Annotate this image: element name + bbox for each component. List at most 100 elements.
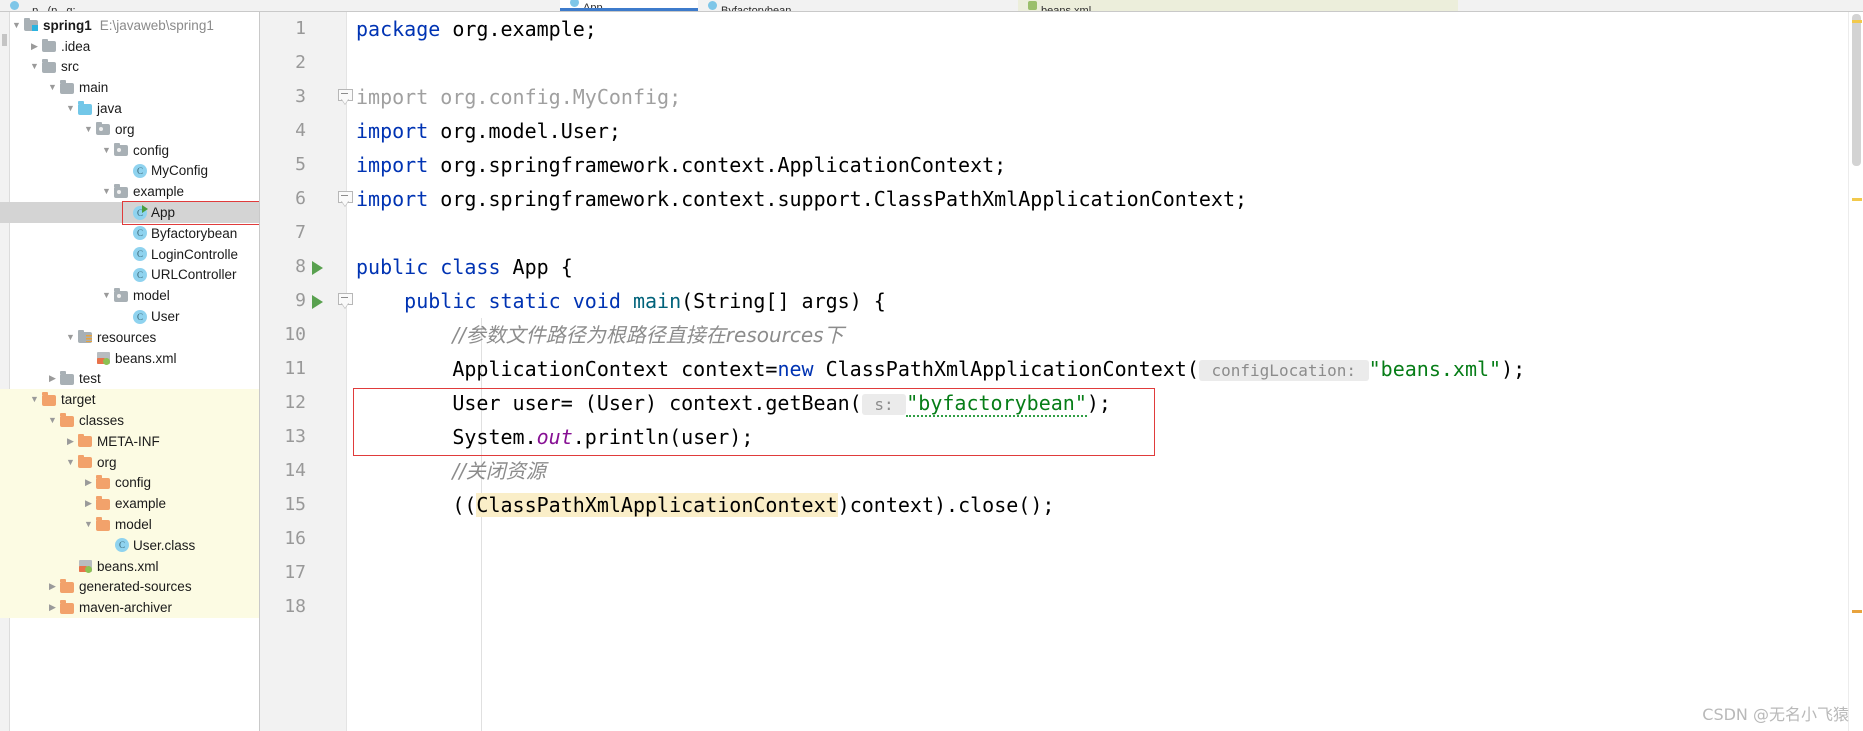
code-text-area[interactable]: 1 package org.example; 2 3 import org.config… xyxy=(260,12,1863,731)
editor-tab-beans-xml[interactable]: beans.xml xyxy=(1018,0,1458,11)
tree-item-user[interactable]: ▶CUser xyxy=(0,306,259,327)
tree-item-org[interactable]: ▼ org xyxy=(0,451,259,473)
code-line[interactable]: 9 public static void main(String[] args)… xyxy=(260,284,1863,318)
scrollbar-thumb[interactable] xyxy=(1852,14,1861,166)
tree-item-generated-sources[interactable]: ▶ generated-sources xyxy=(0,576,259,598)
chevron-right-icon[interactable]: ▶ xyxy=(46,582,59,591)
chevron-down-icon[interactable]: ▼ xyxy=(46,416,59,425)
tree-item-meta-inf[interactable]: ▶ META-INF xyxy=(0,430,259,452)
project-tree[interactable]: ▼ spring1 E:\javaweb\spring1 ▶ .idea ▼ src ▼ mai… xyxy=(0,12,259,619)
editor-tab-byfactorybean[interactable]: Byfactorybean xyxy=(698,0,1018,11)
chevron-down-icon[interactable]: ▼ xyxy=(100,187,113,196)
chevron-down-icon[interactable]: ▼ xyxy=(64,332,77,342)
chevron-down-icon[interactable]: ▼ xyxy=(64,457,77,467)
chevron-right-icon[interactable]: ▶ xyxy=(82,499,95,508)
tree-item-model[interactable]: ▼ model xyxy=(0,285,259,306)
code-line[interactable]: 18 xyxy=(260,590,1863,624)
code-line[interactable]: 2 xyxy=(260,46,1863,80)
code-line[interactable]: 6 import org.springframework.context.supp… xyxy=(260,182,1863,216)
editor-scrollbar[interactable] xyxy=(1848,12,1863,731)
tree-item-main[interactable]: ▼ main xyxy=(0,77,259,98)
code-line[interactable]: 5 import org.springframework.context.Appl… xyxy=(260,148,1863,182)
chevron-down-icon[interactable]: ▼ xyxy=(100,291,113,300)
excluded-folder-icon xyxy=(77,433,93,448)
tree-item-user-class[interactable]: ▶CUser.class xyxy=(0,534,259,556)
tree-item-org[interactable]: ▼ org xyxy=(0,119,259,140)
fold-marker-icon[interactable] xyxy=(338,89,353,105)
code-token: import org.config.MyConfig; xyxy=(356,85,682,109)
tree-item-config[interactable]: ▶ config xyxy=(0,472,259,494)
tree-item-src[interactable]: ▼ src xyxy=(0,57,259,78)
chevron-right-icon[interactable]: ▶ xyxy=(46,603,59,612)
chevron-down-icon[interactable]: ▼ xyxy=(82,124,95,134)
code-line[interactable]: 16 xyxy=(260,522,1863,556)
code-line[interactable]: 7 xyxy=(260,216,1863,250)
run-gutter-icon[interactable] xyxy=(312,261,323,275)
editor-tab-strip[interactable]: ...p...(p...g; App Byfactorybean beans.x… xyxy=(0,0,1863,12)
code-line[interactable]: 15 ((ClassPathXmlApplicationContext)cont… xyxy=(260,488,1863,522)
code-line[interactable]: 4 import org.model.User; xyxy=(260,114,1863,148)
tree-item-label: model xyxy=(115,517,152,533)
code-line[interactable]: 3 import org.config.MyConfig; xyxy=(260,80,1863,114)
tree-item-java[interactable]: ▼ java xyxy=(0,98,259,119)
code-editor[interactable]: 1 package org.example; 2 3 import org.config… xyxy=(260,12,1863,731)
code-line[interactable]: 8 public class App { xyxy=(260,250,1863,284)
code-line-text: import org.springframework.context.suppo… xyxy=(356,182,1247,216)
tree-item-myconfig[interactable]: ▶CMyConfig xyxy=(0,161,259,182)
tree-item-idea[interactable]: ▶ .idea xyxy=(0,36,259,57)
tree-item-example[interactable]: ▶ example xyxy=(0,493,259,515)
tree-item-config[interactable]: ▼ config xyxy=(0,140,259,161)
code-line[interactable]: 11 ApplicationContext context=new ClassP… xyxy=(260,352,1863,386)
chevron-down-icon[interactable]: ▼ xyxy=(82,520,95,529)
tree-item-app[interactable]: ▶CApp xyxy=(0,202,259,223)
tree-item-target[interactable]: ▼ target xyxy=(0,389,259,411)
scrollbar-marker[interactable] xyxy=(1852,610,1862,613)
scrollbar-marker[interactable] xyxy=(1852,20,1862,23)
tree-item-urlcontroller[interactable]: ▶CURLController xyxy=(0,265,259,286)
code-line[interactable]: 12 User user= (User) context.getBean( s:… xyxy=(260,386,1863,420)
tree-item-classes[interactable]: ▼ classes xyxy=(0,410,259,431)
chevron-down-icon[interactable]: ▼ xyxy=(100,145,113,155)
tree-item-test[interactable]: ▶ test xyxy=(0,369,259,390)
chevron-down-icon[interactable]: ▼ xyxy=(28,62,41,71)
chevron-down-icon[interactable]: ▼ xyxy=(10,20,23,30)
tree-item-label: config xyxy=(133,142,170,158)
editor-tab-0[interactable]: ...p...(p...g; xyxy=(0,0,275,11)
chevron-down-icon[interactable]: ▼ xyxy=(46,83,59,92)
code-token: main xyxy=(632,289,682,313)
tree-item-label: test xyxy=(79,371,101,387)
chevron-down-icon[interactable]: ▼ xyxy=(64,104,77,113)
chevron-right-icon[interactable]: ▶ xyxy=(28,41,41,51)
tree-item-maven-archiver[interactable]: ▶ maven-archiver xyxy=(0,597,259,619)
fold-marker-icon[interactable] xyxy=(338,191,353,207)
chevron-right-icon[interactable]: ▶ xyxy=(46,374,59,383)
code-line-text: import org.config.MyConfig; xyxy=(356,80,681,114)
tree-item-model[interactable]: ▼ model xyxy=(0,514,259,535)
run-gutter-icon[interactable] xyxy=(312,295,323,309)
code-line[interactable]: 1 package org.example; xyxy=(260,12,1863,46)
fold-marker-icon[interactable] xyxy=(338,293,353,309)
chevron-right-icon[interactable]: ▶ xyxy=(64,436,77,446)
project-tool-window[interactable]: ▼ spring1 E:\javaweb\spring1 ▶ .idea ▼ src ▼ mai… xyxy=(0,12,260,731)
tree-item-beans-xml[interactable]: ▶beans.xml xyxy=(0,555,259,577)
tree-item-spring1[interactable]: ▼ spring1 E:\javaweb\spring1 xyxy=(0,15,259,36)
code-line[interactable]: 10 //参数文件路径为根路径直接在resources下 xyxy=(260,318,1863,352)
chevron-down-icon[interactable]: ▼ xyxy=(28,395,41,404)
tree-item-resources[interactable]: ▼ resources xyxy=(0,327,259,348)
editor-tab-1[interactable] xyxy=(275,0,560,11)
tree-item-byfactorybean[interactable]: ▶CByfactorybean xyxy=(0,223,259,244)
code-token: package xyxy=(356,17,441,41)
chevron-right-icon[interactable]: ▶ xyxy=(82,478,95,487)
tree-item-beans-xml[interactable]: ▶beans.xml xyxy=(0,348,259,369)
tree-item-logincontrolle[interactable]: ▶CLoginControlle xyxy=(0,244,259,265)
tree-item-example[interactable]: ▼ example xyxy=(0,181,259,202)
code-line[interactable]: 13 System.out.println(user); xyxy=(260,420,1863,454)
java-class-icon: C xyxy=(131,163,147,178)
scrollbar-marker[interactable] xyxy=(1852,198,1862,201)
code-line[interactable]: 17 xyxy=(260,556,1863,590)
xml-file-icon xyxy=(1028,1,1037,10)
code-line-text: ApplicationContext context=new ClassPath… xyxy=(356,352,1525,388)
editor-tab-app[interactable]: App xyxy=(560,0,698,11)
xml-file-icon xyxy=(95,351,111,366)
code-line[interactable]: 14 //关闭资源 xyxy=(260,454,1863,488)
